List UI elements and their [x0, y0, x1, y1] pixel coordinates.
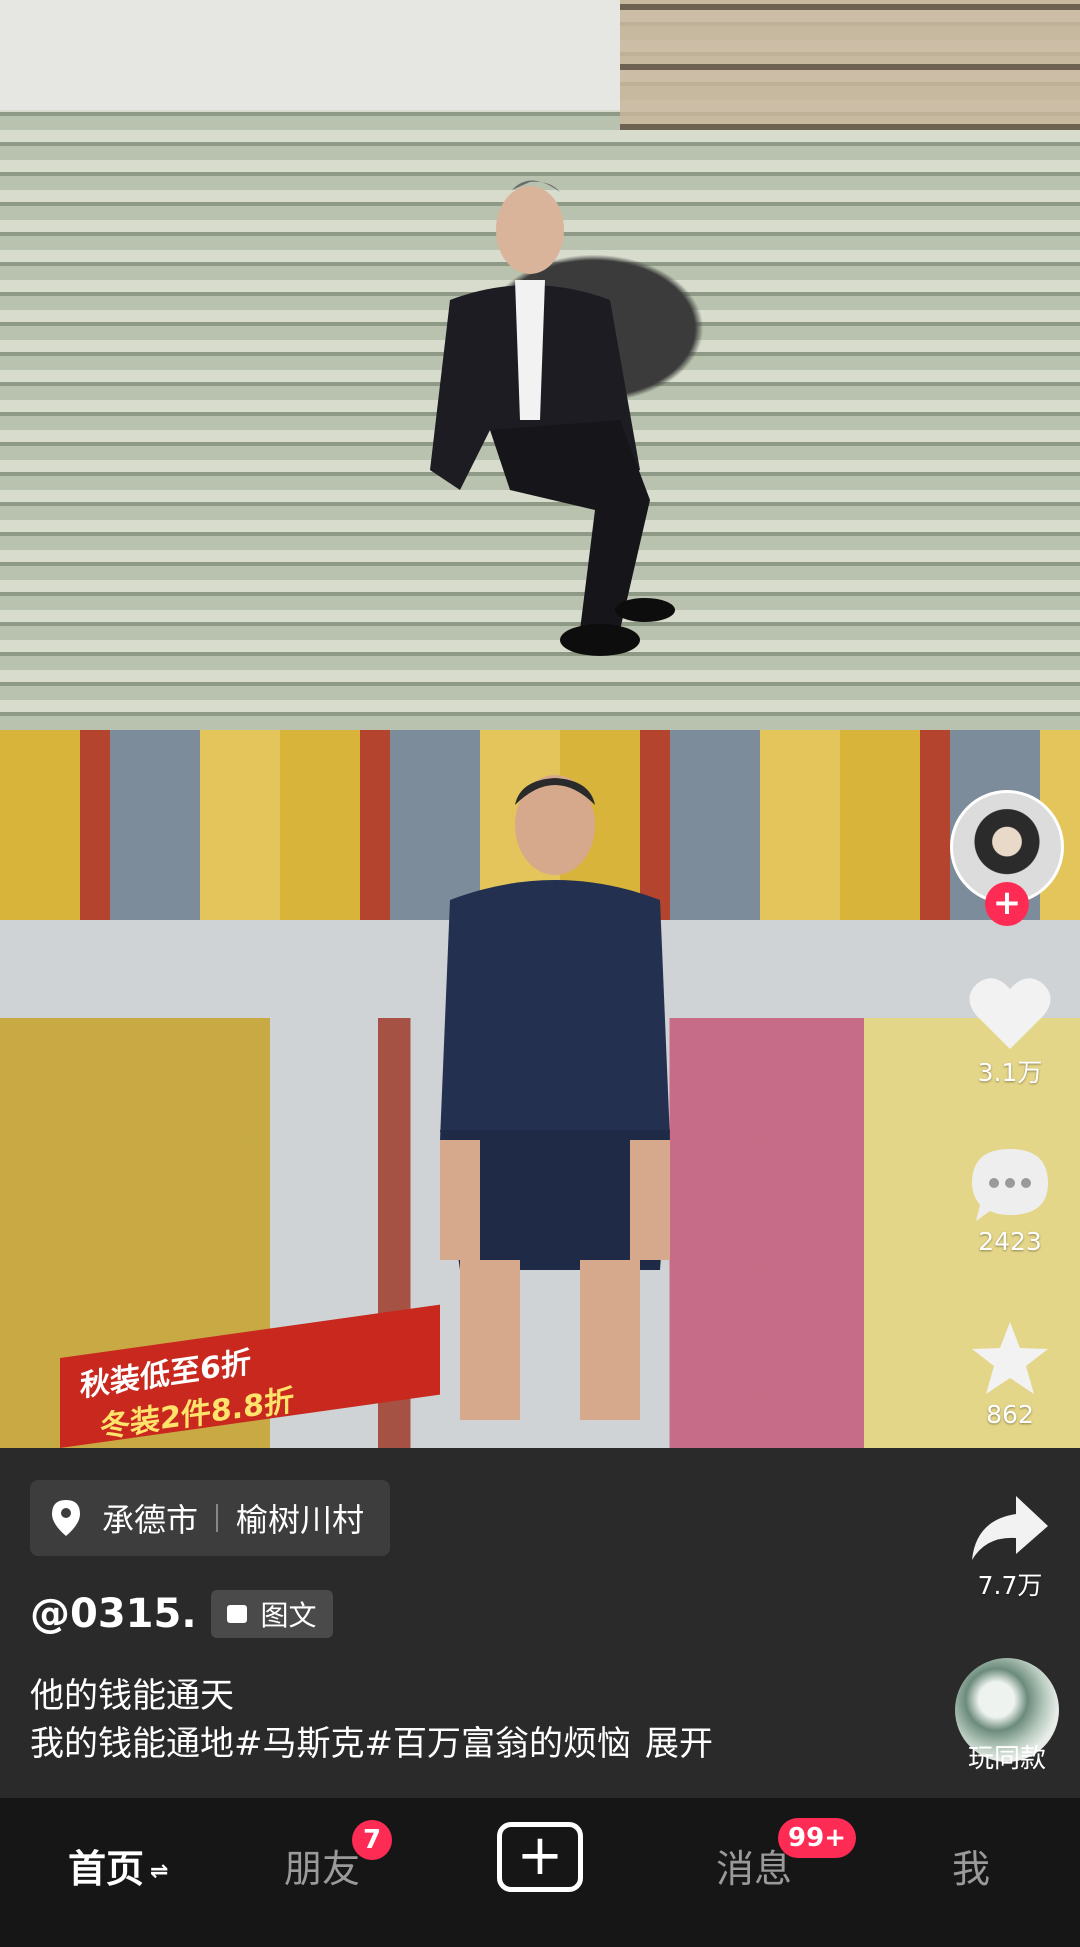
swap-icon: ⇌	[150, 1859, 169, 1884]
star-icon	[972, 1322, 1048, 1394]
seated-young-man-figure	[440, 775, 670, 1420]
comment-icon	[972, 1149, 1048, 1221]
nav-home-label: 首页	[68, 1847, 145, 1891]
like-button[interactable]: 3.1万	[950, 975, 1070, 1089]
location-pin-icon	[52, 1500, 80, 1536]
friends-badge: 7	[352, 1820, 392, 1860]
nav-messages-label: 消息	[716, 1847, 793, 1891]
use-template-label: 玩同款	[967, 1744, 1046, 1774]
nav-me-label: 我	[952, 1847, 991, 1891]
bottom-nav: 首页 ⇌ 朋友 7 + 消息 99+ 我	[0, 1798, 1080, 1947]
seated-man-figure	[430, 180, 675, 656]
expand-button[interactable]: 展开	[645, 1724, 713, 1764]
post-description: 他的钱能通天 我的钱能通地#马斯克#百万富翁的烦恼 展开	[30, 1672, 713, 1768]
location-village: 榆树川村	[236, 1501, 365, 1539]
favorite-count: 862	[986, 1400, 1034, 1429]
author-name[interactable]: @0315.	[30, 1591, 197, 1637]
heart-icon	[969, 978, 1051, 1049]
comment-count: 2423	[978, 1227, 1042, 1256]
location-city: 承德市	[102, 1501, 199, 1539]
nav-friends[interactable]: 朋友	[284, 1838, 360, 1893]
post-image-money[interactable]	[0, 0, 1080, 730]
author-avatar-wrap[interactable]: +	[950, 790, 1064, 926]
nav-home[interactable]: 首页 ⇌	[68, 1838, 168, 1893]
create-button[interactable]: +	[497, 1822, 583, 1892]
share-arrow-icon	[972, 1496, 1048, 1560]
share-count: 7.7万	[977, 1571, 1043, 1600]
share-button[interactable]: 7.7万	[950, 1492, 1070, 1602]
author-row: @0315. 图文	[30, 1590, 333, 1638]
nav-friends-label: 朋友	[284, 1847, 361, 1891]
nav-me[interactable]: 我	[952, 1838, 990, 1893]
image-post-icon	[226, 1605, 247, 1623]
warehouse-shelves	[620, 0, 1080, 130]
use-template-button[interactable]: 玩同款	[952, 1658, 1062, 1775]
messages-badge: 99+	[778, 1818, 856, 1858]
post-type-tag: 图文	[210, 1590, 333, 1638]
favorite-button[interactable]: 862	[950, 1318, 1070, 1429]
post-image-offerings[interactable]: 秋装低至6折 冬装2件8.8折	[0, 730, 1080, 1448]
warehouse-wall	[0, 0, 620, 110]
post-type-label: 图文	[260, 1599, 317, 1632]
plus-icon: +	[516, 1823, 564, 1888]
location-divider	[216, 1504, 219, 1532]
desc-line-2[interactable]: 我的钱能通地#马斯克#百万富翁的烦恼	[30, 1724, 631, 1764]
desc-line-2-wrap: 我的钱能通地#马斯克#百万富翁的烦恼 展开	[30, 1720, 713, 1768]
comment-button[interactable]: 2423	[950, 1145, 1070, 1256]
desc-line-1: 他的钱能通天	[30, 1676, 234, 1716]
like-count: 3.1万	[977, 1058, 1043, 1087]
location-tag[interactable]: 承德市 榆树川村	[30, 1480, 391, 1556]
follow-button[interactable]: +	[985, 882, 1029, 926]
